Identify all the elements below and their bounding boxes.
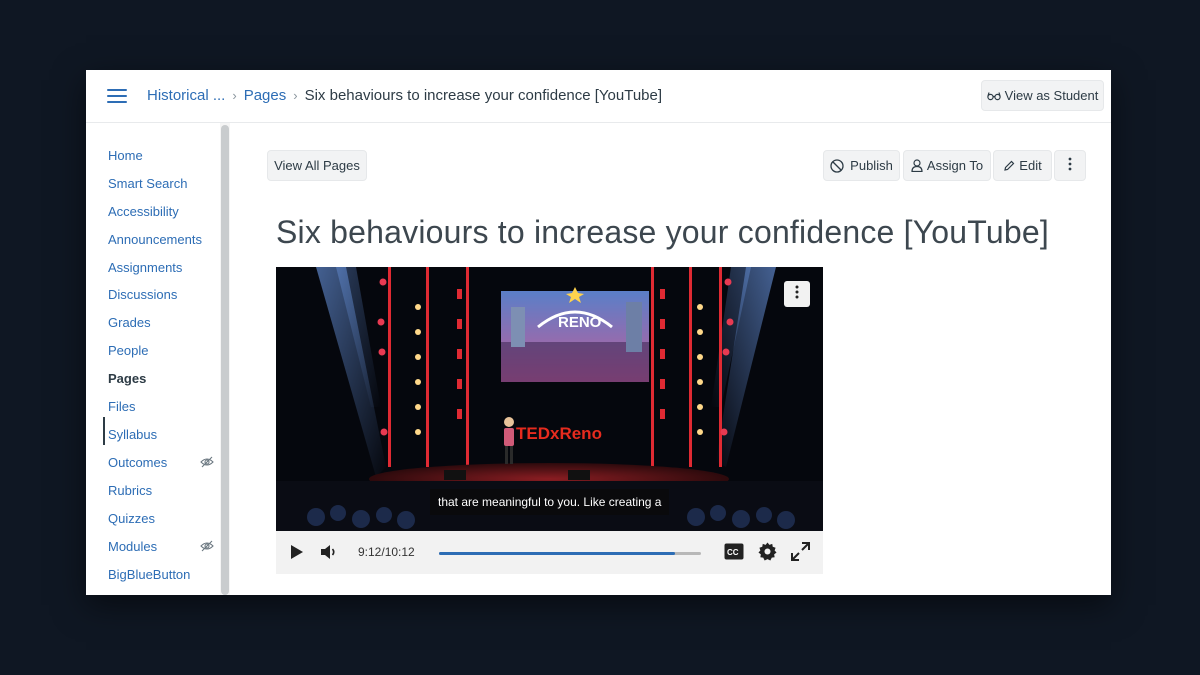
sidebar-item-modules[interactable]: Modules: [108, 539, 157, 554]
settings-gear-icon[interactable]: [758, 542, 777, 566]
screen-reno-text: RENO: [558, 314, 602, 331]
breadcrumb-separator-icon: ›: [232, 88, 237, 103]
sidebar-item-bigbluebutton[interactable]: BigBlueButton: [108, 567, 190, 582]
video-caption: that are meaningful to you. Like creatin…: [430, 489, 670, 515]
hamburger-menu-icon[interactable]: [107, 88, 127, 104]
sidebar-item-pages[interactable]: Pages: [108, 371, 146, 386]
breadcrumb-course-link[interactable]: Historical ...: [147, 87, 225, 104]
edit-label: Edit: [1019, 158, 1042, 173]
sidebar-item-home[interactable]: Home: [108, 148, 143, 163]
view-as-student-label: View as Student: [1004, 88, 1099, 103]
canvas-window: Historical ... › Pages › Six behaviours to i…: [86, 70, 1111, 595]
sidebar-item-outcomes[interactable]: Outcomes: [108, 455, 167, 470]
breadcrumb-separator-icon: ›: [293, 88, 298, 103]
svg-text:CC: CC: [727, 548, 739, 557]
kebab-menu-icon: [795, 285, 799, 304]
video-controls: 9:12/10:12 CC: [276, 531, 823, 574]
unpublished-circle-icon: [830, 158, 844, 173]
sidebar-item-quizzes[interactable]: Quizzes: [108, 511, 155, 526]
view-as-student-button[interactable]: View as Student: [981, 80, 1104, 111]
kebab-menu-icon: [1068, 157, 1072, 174]
sidebar-item-syllabus[interactable]: Syllabus: [108, 427, 157, 442]
video-player[interactable]: RENO TEDxReno that are meaningful to you…: [276, 267, 823, 574]
edit-button[interactable]: Edit: [993, 150, 1052, 181]
more-options-button[interactable]: [1054, 150, 1086, 181]
sidebar-item-files[interactable]: Files: [108, 399, 135, 414]
video-progress-fill: [439, 552, 676, 555]
eye-slash-icon: [200, 539, 216, 552]
sidebar-item-smart-search[interactable]: Smart Search: [108, 176, 187, 191]
fullscreen-icon[interactable]: [791, 542, 810, 566]
tedx-logo-text: TEDxReno: [516, 424, 602, 443]
user-icon: [911, 159, 923, 172]
sidebar-item-announcements[interactable]: Announcements: [108, 232, 202, 247]
assign-to-label: Assign To: [926, 158, 984, 173]
sidebar-item-accessibility[interactable]: Accessibility: [108, 204, 179, 219]
sidebar-item-people[interactable]: People: [108, 343, 148, 358]
sidebar-item-discussions[interactable]: Discussions: [108, 287, 177, 302]
pencil-icon: [1003, 160, 1015, 172]
sidebar-item-assignments[interactable]: Assignments: [108, 260, 182, 275]
sidebar-item-grades[interactable]: Grades: [108, 315, 151, 330]
publish-label: Publish: [850, 158, 893, 173]
publish-button[interactable]: Publish: [823, 150, 900, 181]
video-time: 9:12/10:12: [358, 545, 415, 559]
page-title: Six behaviours to increase your confiden…: [276, 214, 1049, 250]
course-navigation: Home Smart Search Accessibility Announce…: [86, 123, 228, 595]
video-more-options-button[interactable]: [784, 281, 810, 307]
breadcrumb-current-page: Six behaviours to increase your confiden…: [304, 87, 663, 104]
active-nav-indicator: [103, 417, 105, 445]
video-progress-bar[interactable]: [439, 552, 701, 555]
play-icon[interactable]: [290, 544, 304, 565]
top-bar: Historical ... › Pages › Six behaviours to i…: [86, 70, 1111, 123]
volume-icon[interactable]: [320, 544, 338, 565]
assign-to-button[interactable]: Assign To: [903, 150, 991, 181]
sidebar-item-rubrics[interactable]: Rubrics: [108, 483, 152, 498]
sidebar-scrollbar-thumb[interactable]: [221, 125, 229, 595]
breadcrumb-pages-link[interactable]: Pages: [244, 87, 287, 104]
closed-captions-icon[interactable]: CC: [724, 543, 744, 565]
glasses-icon: [986, 91, 1001, 101]
breadcrumb: Historical ... › Pages › Six behaviours to i…: [147, 87, 662, 104]
eye-slash-icon: [200, 455, 216, 468]
view-all-pages-button[interactable]: View All Pages: [267, 150, 367, 181]
